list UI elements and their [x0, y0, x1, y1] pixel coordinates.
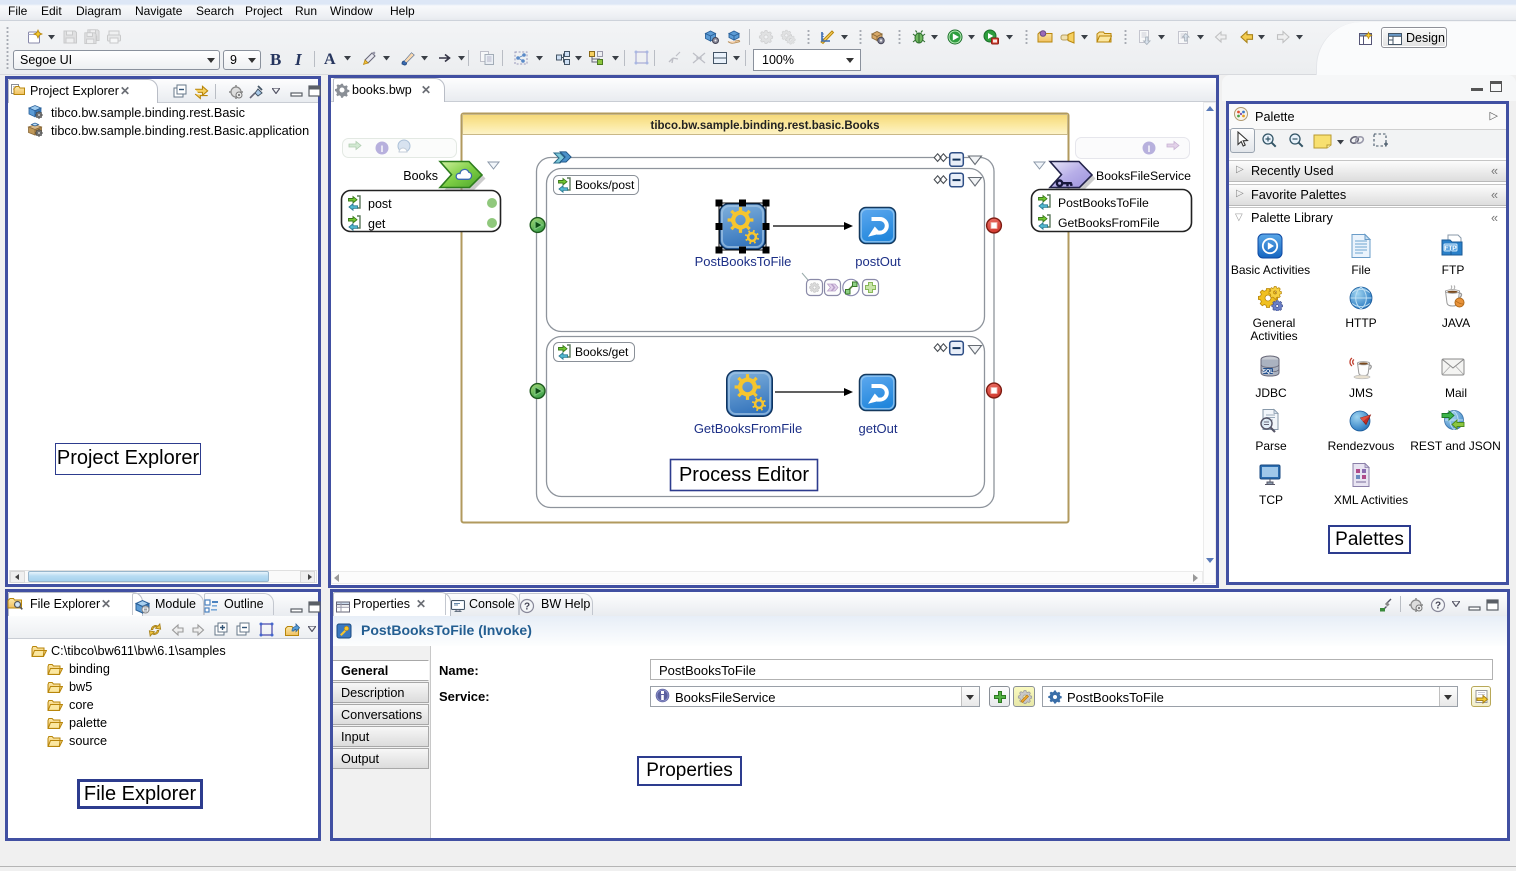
svg-text:getOut: getOut: [858, 421, 897, 436]
svg-text:get: get: [368, 217, 386, 231]
svg-text:BooksFileService: BooksFileService: [1096, 169, 1191, 183]
svg-text:GetBooksFromFile: GetBooksFromFile: [1058, 216, 1160, 230]
svg-text:PostBooksToFile: PostBooksToFile: [695, 254, 792, 269]
svg-text:PostBooksToFile: PostBooksToFile: [1058, 196, 1149, 210]
svg-text:Process Editor: Process Editor: [679, 464, 809, 486]
svg-text:GetBooksFromFile: GetBooksFromFile: [694, 421, 802, 436]
svg-text:postOut: postOut: [855, 254, 901, 269]
svg-text:Books: Books: [403, 169, 438, 183]
svg-text:I: I: [381, 144, 384, 154]
svg-text:Books/get: Books/get: [575, 345, 629, 359]
svg-text:tibco.bw.sample.binding.rest.b: tibco.bw.sample.binding.rest.basic.Books: [651, 120, 880, 132]
svg-text:I: I: [1148, 144, 1151, 154]
svg-text:Books/post: Books/post: [575, 178, 635, 192]
svg-text:post: post: [368, 197, 392, 211]
